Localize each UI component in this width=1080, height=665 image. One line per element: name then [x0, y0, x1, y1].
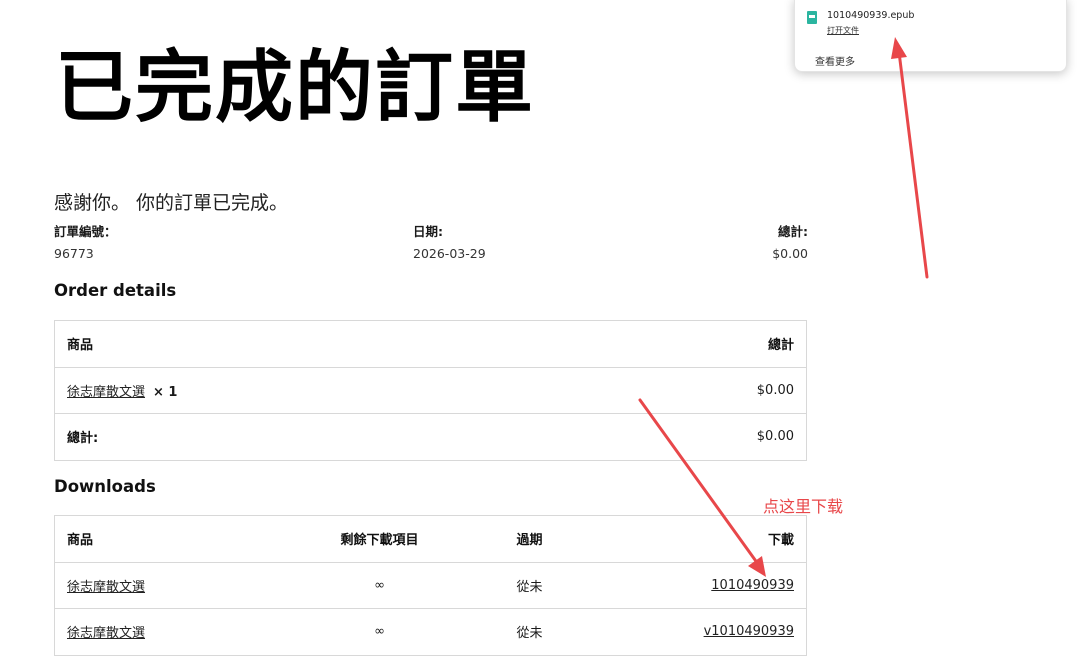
table-header-row: 商品 剩餘下載項目 過期 下載 [54, 515, 807, 563]
remaining-cell: ∞ [254, 608, 505, 656]
page-title: 已完成的訂單 [55, 43, 536, 133]
epub-file-icon [807, 11, 817, 24]
header-product: 商品 [54, 320, 571, 368]
product-link[interactable]: 徐志摩散文選 [67, 385, 145, 400]
download-link[interactable]: v1010490939 [704, 624, 794, 639]
remaining-cell: ∞ [254, 562, 505, 609]
table-row: 徐志摩散文選 ∞ 從未 1010490939 [54, 562, 807, 609]
expires-cell: 從未 [504, 562, 575, 609]
product-cell: 徐志摩散文選 [54, 562, 255, 609]
order-number-value: 96773 [54, 246, 94, 261]
table-row: 徐志摩散文選 ∞ 從未 v1010490939 [54, 608, 807, 656]
header-download: 下載 [574, 515, 807, 563]
downloads-heading: Downloads [54, 477, 156, 496]
product-cell: 徐志摩散文選 [54, 608, 255, 656]
expires-cell: 從未 [504, 608, 575, 656]
download-link[interactable]: 1010490939 [711, 578, 794, 593]
thank-you-message: 感謝你。 你的訂單已完成。 [54, 192, 289, 214]
table-row: 徐志摩散文選 × 1 $0.00 [54, 367, 807, 414]
arrow-to-popup [891, 37, 929, 279]
product-cell: 徐志摩散文選 × 1 [54, 367, 571, 414]
product-total: $0.00 [570, 367, 807, 414]
header-expires: 過期 [504, 515, 575, 563]
order-details-table: 商品 總計 徐志摩散文選 × 1 $0.00 總計: $0.00 [54, 320, 807, 461]
downloads-table: 商品 剩餘下載項目 過期 下載 徐志摩散文選 ∞ 從未 1010490939 徐… [54, 515, 807, 656]
download-file-name[interactable]: 1010490939.epub [827, 10, 914, 21]
header-remaining: 剩餘下載項目 [254, 515, 505, 563]
footer-total-value: $0.00 [570, 413, 807, 461]
open-file-link[interactable]: 打开文件 [827, 25, 859, 36]
download-popup: 1010490939.epub 打开文件 查看更多 [794, 0, 1067, 72]
product-quantity: × 1 [153, 384, 178, 400]
table-header-row: 商品 總計 [54, 320, 807, 368]
order-overview: 訂單編號： 96773 日期: 2026-03-29 總計: $0.00 [54, 224, 808, 268]
order-total-label: 總計: [778, 224, 808, 239]
order-date-block: 日期: 2026-03-29 [413, 224, 486, 263]
header-product: 商品 [54, 515, 255, 563]
table-footer-row: 總計: $0.00 [54, 413, 807, 461]
order-total-block: 總計: $0.00 [772, 224, 808, 263]
order-date-value: 2026-03-29 [413, 246, 486, 261]
product-link[interactable]: 徐志摩散文選 [67, 580, 145, 595]
order-number-block: 訂單編號： 96773 [54, 224, 117, 263]
download-cell: v1010490939 [574, 608, 807, 656]
annotation-label: 点这里下载 [763, 497, 844, 516]
see-more-link[interactable]: 查看更多 [815, 53, 855, 68]
order-date-label: 日期: [413, 224, 443, 239]
header-total: 總計 [570, 320, 807, 368]
download-cell: 1010490939 [574, 562, 807, 609]
footer-total-label: 總計: [54, 413, 571, 461]
order-number-label: 訂單編號： [54, 224, 117, 239]
order-total-value: $0.00 [772, 246, 808, 261]
product-link[interactable]: 徐志摩散文選 [67, 626, 145, 641]
order-details-heading: Order details [54, 281, 177, 300]
